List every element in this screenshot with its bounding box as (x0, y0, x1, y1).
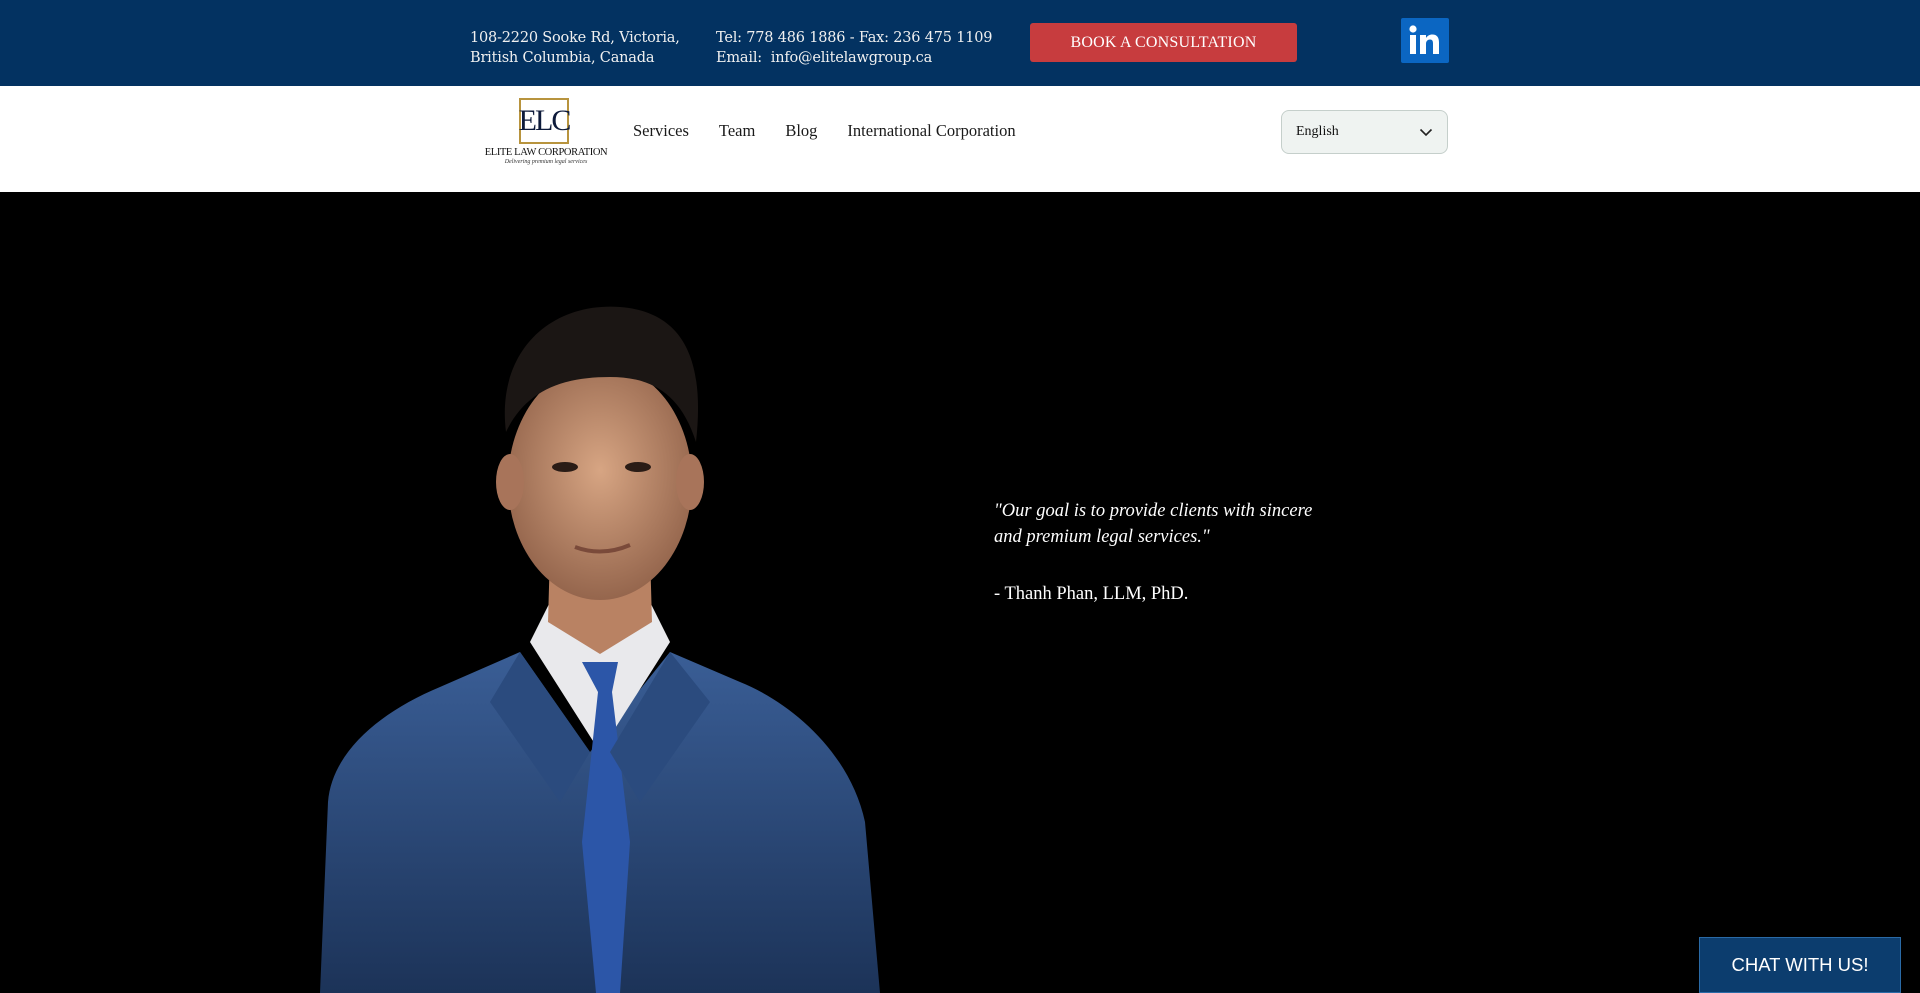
chevron-down-icon (1419, 128, 1433, 136)
chat-with-us-button[interactable]: CHAT WITH US! (1699, 937, 1901, 993)
hero-section: "Our goal is to provide clients with sin… (0, 192, 1920, 993)
header-nav: ELC ELITE LAW CORPORATION Delivering pre… (0, 86, 1920, 192)
nav-team[interactable]: Team (719, 121, 755, 141)
contact-info: Tel: 778 486 1886 - Fax: 236 475 1109 Em… (716, 28, 993, 68)
top-info-bar: 108-2220 Sooke Rd, Victoria, British Col… (0, 0, 1920, 86)
language-select[interactable]: English (1281, 110, 1448, 154)
main-nav: Services Team Blog International Corpora… (633, 121, 1016, 141)
logo-tagline: Delivering premium legal services (504, 159, 588, 165)
nav-blog[interactable]: Blog (785, 121, 817, 141)
logo-letters: ELC (518, 104, 572, 137)
address-line-2: British Columbia, Canada (470, 50, 655, 66)
email-link[interactable]: info@elitelawgroup.ca (771, 50, 932, 66)
logo-mark: ELC (518, 98, 572, 144)
address-line-1: 108-2220 Sooke Rd, Victoria, (470, 30, 680, 46)
nav-services[interactable]: Services (633, 121, 689, 141)
nav-international-corporation[interactable]: International Corporation (847, 121, 1015, 141)
language-value: English (1296, 124, 1339, 139)
linkedin-icon[interactable] (1401, 18, 1449, 63)
email-row: Email: info@elitelawgroup.ca (716, 48, 992, 68)
address: 108-2220 Sooke Rd, Victoria, British Col… (470, 28, 680, 68)
hero-quote: "Our goal is to provide clients with sin… (994, 501, 1313, 547)
email-label: Email: (716, 50, 762, 66)
quote-author: - Thanh Phan, LLM, PhD. (994, 584, 1189, 604)
logo-name: ELITE LAW CORPORATION (484, 147, 608, 158)
book-consultation-button[interactable]: BOOK A CONSULTATION (1030, 23, 1297, 62)
phone-fax: Tel: 778 486 1886 - Fax: 236 475 1109 (716, 30, 993, 46)
site-logo[interactable]: ELC ELITE LAW CORPORATION Delivering pre… (484, 98, 608, 168)
portrait-photo (320, 306, 880, 993)
